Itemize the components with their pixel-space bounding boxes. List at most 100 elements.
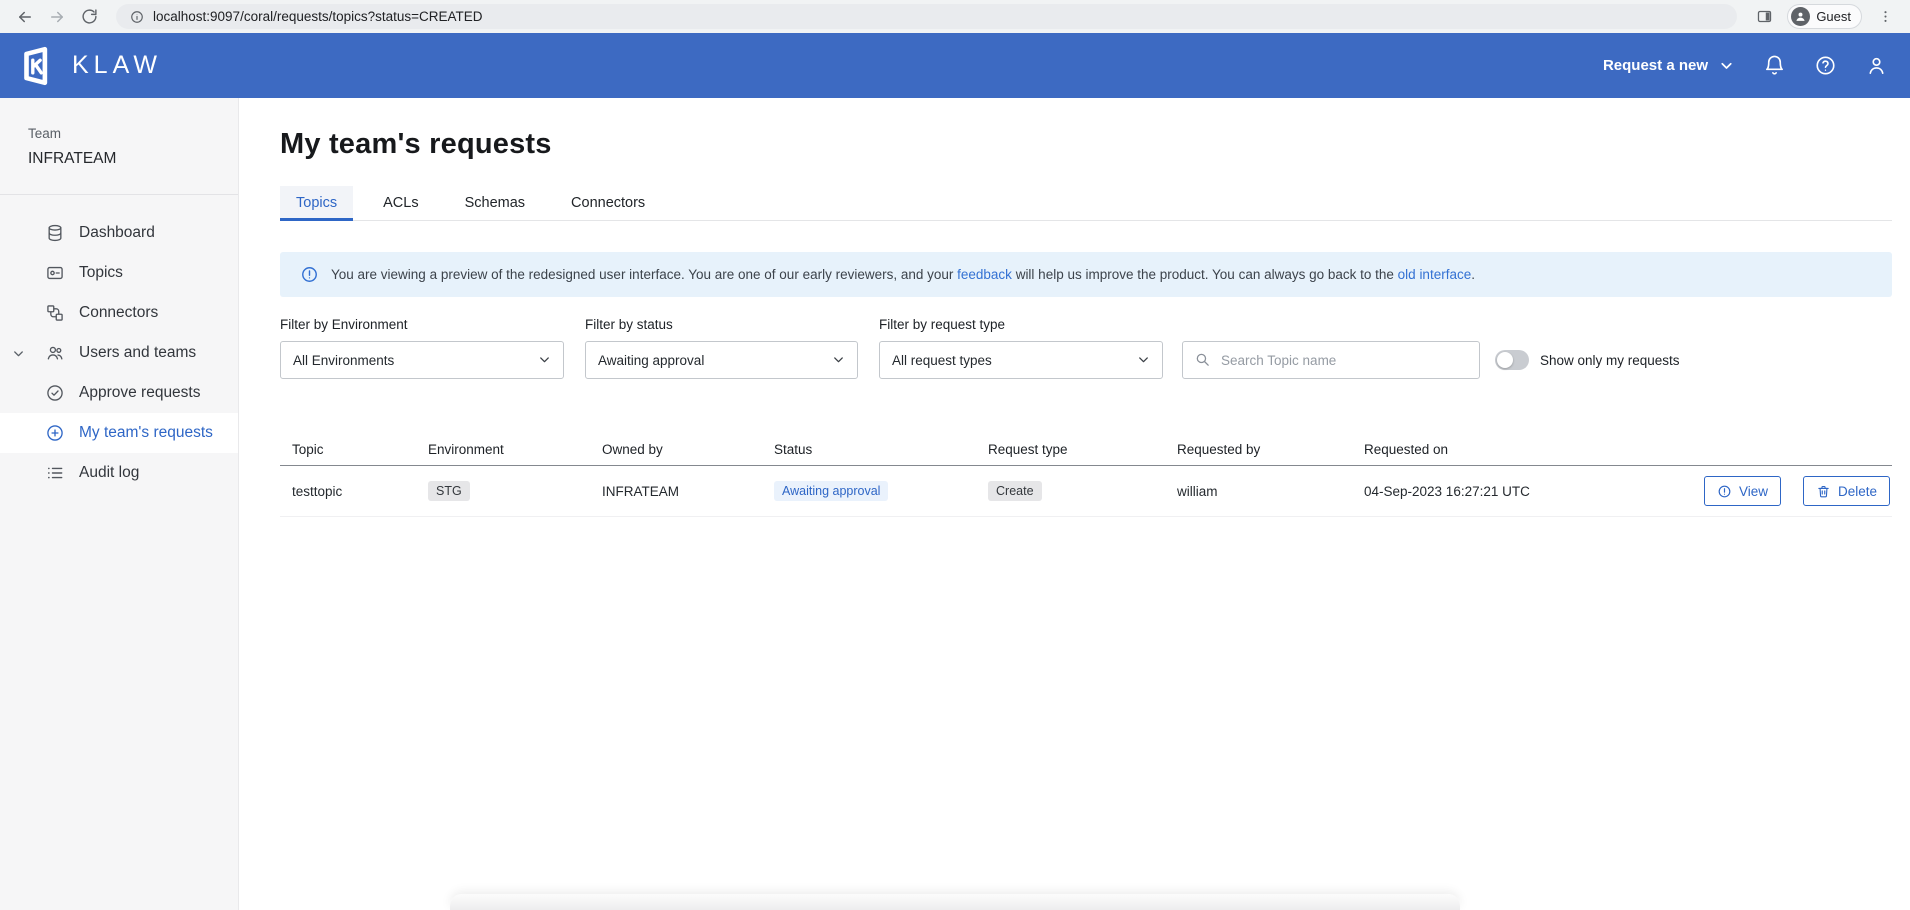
column-header-status: Status — [762, 442, 976, 457]
check-circle-icon — [45, 383, 65, 403]
site-info-icon[interactable] — [130, 10, 144, 24]
app-navbar: KLAW Request a new — [0, 33, 1910, 98]
sidebar-item-audit-log[interactable]: Audit log — [0, 453, 238, 493]
sidebar-item-label: Connectors — [79, 304, 158, 322]
toggle-knob — [1497, 352, 1513, 368]
sidebar-item-label: Topics — [79, 264, 123, 282]
tab-label: ACLs — [383, 195, 418, 211]
sidebar-item-dashboard[interactable]: Dashboard — [0, 213, 238, 253]
profile-icon[interactable] — [1865, 54, 1888, 77]
feedback-link[interactable]: feedback — [957, 267, 1012, 282]
sidebar-item-label: Dashboard — [79, 224, 155, 242]
request-type-select[interactable]: All request types — [879, 341, 1163, 379]
old-interface-link[interactable]: old interface — [1398, 267, 1472, 282]
tab-topics[interactable]: Topics — [280, 186, 353, 220]
browser-menu-icon[interactable] — [1872, 4, 1898, 30]
info-icon — [300, 265, 319, 284]
sidebar-item-label: Approve requests — [79, 384, 201, 402]
browser-reload-icon[interactable] — [76, 4, 102, 30]
main-content: My team's requests Topics ACLs Schemas C… — [239, 98, 1910, 910]
guest-avatar — [1791, 7, 1810, 26]
browser-back-icon[interactable] — [12, 4, 38, 30]
column-header-requested-on: Requested on — [1352, 442, 1686, 457]
request-a-new-label: Request a new — [1603, 57, 1708, 74]
banner-text-segment: will help us improve the product. You ca… — [1012, 267, 1398, 282]
tab-connectors[interactable]: Connectors — [555, 186, 661, 220]
tab-acls[interactable]: ACLs — [367, 186, 434, 220]
plus-circle-icon — [45, 423, 65, 443]
tab-schemas[interactable]: Schemas — [449, 186, 541, 220]
delete-button-label: Delete — [1838, 484, 1877, 499]
chevron-down-icon[interactable] — [11, 346, 26, 361]
column-header-requested-by: Requested by — [1165, 442, 1352, 457]
column-header-topic: Topic — [280, 442, 416, 457]
sidebar-item-topics[interactable]: Topics — [0, 253, 238, 293]
column-header-request-type: Request type — [976, 442, 1165, 457]
chevron-down-icon — [1718, 57, 1735, 74]
browser-chrome: localhost:9097/coral/requests/topics?sta… — [0, 0, 1910, 33]
request-type-chip: Create — [988, 481, 1042, 501]
topic-box-icon — [45, 263, 65, 283]
show-only-my-requests-toggle[interactable] — [1495, 350, 1529, 370]
window-edge-shadow — [450, 894, 1460, 910]
environment-select[interactable]: All Environments — [280, 341, 564, 379]
banner-text-segment: . — [1471, 267, 1475, 282]
banner-text: You are viewing a preview of the redesig… — [331, 267, 1475, 282]
notifications-bell-icon[interactable] — [1763, 54, 1786, 77]
tab-label: Topics — [296, 195, 337, 211]
info-circle-icon — [1717, 484, 1732, 499]
sidebar: Team INFRATEAM Dashboard Topics Connecto… — [0, 98, 239, 910]
delete-button[interactable]: Delete — [1803, 476, 1890, 506]
status-select[interactable]: Awaiting approval — [585, 341, 858, 379]
sidebar-item-connectors[interactable]: Connectors — [0, 293, 238, 333]
search-input[interactable] — [1182, 341, 1480, 379]
cell-topic: testtopic — [280, 484, 416, 499]
guest-label: Guest — [1816, 9, 1851, 24]
side-panel-icon[interactable] — [1751, 4, 1777, 30]
table-row: testtopic STG INFRATEAM Awaiting approva… — [280, 466, 1892, 517]
browser-profile-button[interactable]: Guest — [1787, 4, 1862, 29]
table-header-row: Topic Environment Owned by Status Reques… — [280, 434, 1892, 466]
column-header-environment: Environment — [416, 442, 590, 457]
environment-chip: STG — [428, 481, 470, 501]
team-block: Team INFRATEAM — [0, 126, 238, 168]
help-icon[interactable] — [1814, 54, 1837, 77]
view-button[interactable]: View — [1704, 476, 1781, 506]
request-a-new-button[interactable]: Request a new — [1603, 57, 1735, 74]
url-bar[interactable]: localhost:9097/coral/requests/topics?sta… — [116, 4, 1737, 29]
tab-bar: Topics ACLs Schemas Connectors — [280, 186, 1892, 221]
sidebar-item-label: Audit log — [79, 464, 139, 482]
url-text: localhost:9097/coral/requests/topics?sta… — [153, 9, 483, 24]
filter-request-type-label: Filter by request type — [879, 317, 1163, 332]
connector-blocks-icon — [45, 303, 65, 323]
sidebar-item-users-and-teams[interactable]: Users and teams — [0, 333, 238, 373]
sidebar-item-label: Users and teams — [79, 344, 196, 362]
cell-owned-by: INFRATEAM — [590, 484, 762, 499]
sidebar-divider — [0, 194, 238, 195]
column-header-owned-by: Owned by — [590, 442, 762, 457]
people-icon — [45, 343, 65, 363]
klaw-logo[interactable]: KLAW — [16, 45, 162, 87]
status-badge: Awaiting approval — [774, 481, 888, 501]
browser-forward-icon[interactable] — [44, 4, 70, 30]
banner-text-segment: You are viewing a preview of the redesig… — [331, 267, 957, 282]
page-title: My team's requests — [280, 128, 1892, 161]
sidebar-item-approve-requests[interactable]: Approve requests — [0, 373, 238, 413]
cell-requested-on: 04-Sep-2023 16:27:21 UTC — [1352, 484, 1686, 499]
trash-icon — [1816, 484, 1831, 499]
filters-bar: Filter by Environment All Environments F… — [280, 317, 1892, 379]
sidebar-item-my-teams-requests[interactable]: My team's requests — [0, 413, 238, 453]
sidebar-nav: Dashboard Topics Connectors Users and te… — [0, 213, 238, 493]
filter-status-label: Filter by status — [585, 317, 858, 332]
tab-label: Schemas — [465, 195, 525, 211]
team-name: INFRATEAM — [28, 150, 238, 168]
sidebar-item-label: My team's requests — [79, 424, 213, 442]
team-label: Team — [28, 126, 238, 141]
tab-label: Connectors — [571, 195, 645, 211]
view-button-label: View — [1739, 484, 1768, 499]
cell-requested-by: william — [1165, 484, 1352, 499]
database-icon — [45, 223, 65, 243]
brand-name: KLAW — [72, 51, 162, 80]
toggle-label: Show only my requests — [1540, 353, 1680, 368]
requests-table: Topic Environment Owned by Status Reques… — [280, 434, 1892, 517]
